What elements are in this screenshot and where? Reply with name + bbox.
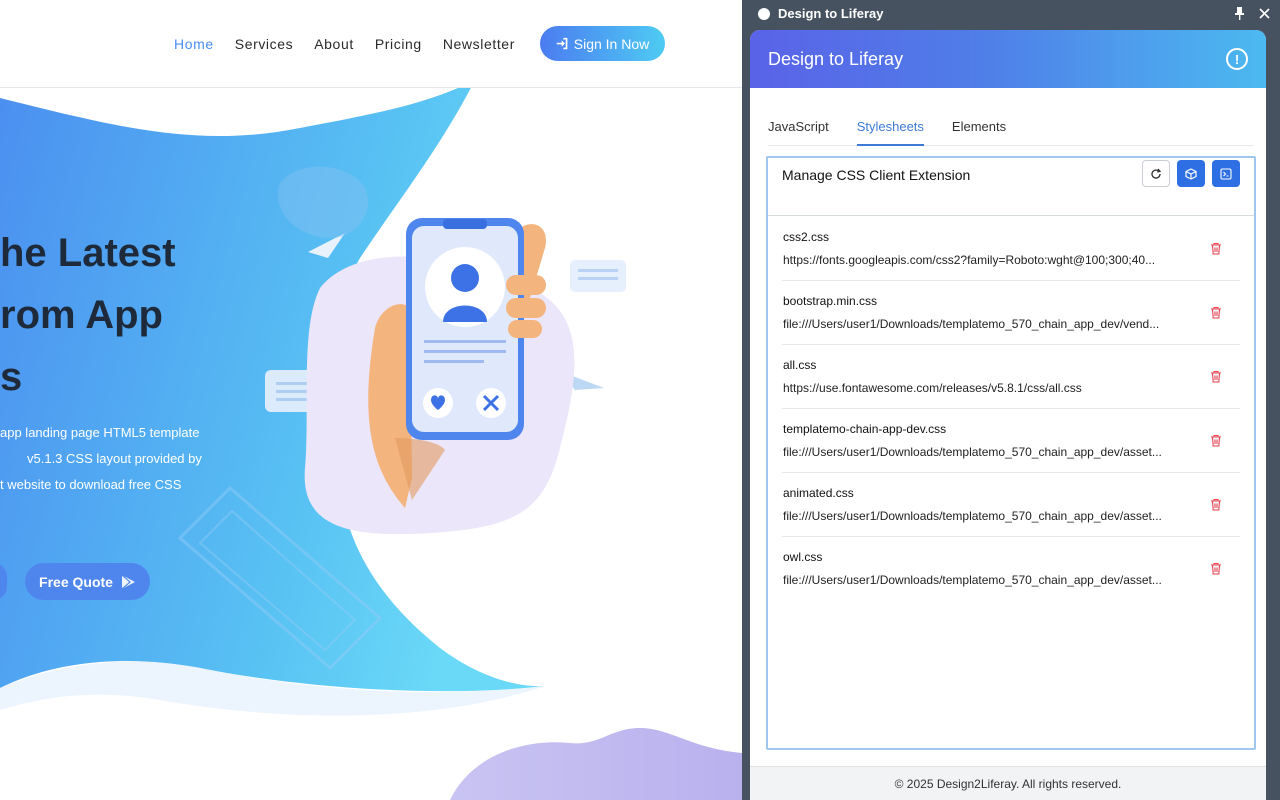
- hero-title-line: he Latest: [0, 231, 176, 275]
- file-url: https://fonts.googleapis.com/css2?family…: [783, 253, 1156, 267]
- pin-icon[interactable]: [1234, 7, 1245, 20]
- nav-home[interactable]: Home: [174, 36, 214, 52]
- refresh-button[interactable]: [1142, 160, 1170, 187]
- trash-icon[interactable]: [1210, 242, 1222, 255]
- file-name: bootstrap.min.css: [783, 294, 878, 308]
- window-title: Design to Liferay: [778, 6, 884, 21]
- trash-icon[interactable]: [1210, 306, 1222, 319]
- file-name: animated.css: [783, 486, 854, 500]
- trash-icon[interactable]: [1210, 498, 1222, 511]
- section-title: Manage CSS Client Extension: [782, 167, 971, 183]
- sign-in-button[interactable]: Sign In Now: [540, 26, 665, 61]
- hero-title: he Latest rom App s: [0, 222, 176, 408]
- terminal-icon: [1220, 167, 1232, 180]
- file-name: owl.css: [783, 550, 823, 564]
- free-quote-label: Free Quote: [39, 573, 113, 590]
- nav-services[interactable]: Services: [235, 36, 293, 52]
- stylesheet-manager: Manage CSS Client Extension css2.css htt…: [766, 156, 1256, 750]
- popup-footer: © 2025 Design2Liferay. All rights reserv…: [750, 766, 1266, 800]
- tab-javascript[interactable]: JavaScript: [768, 118, 829, 146]
- trash-icon[interactable]: [1210, 434, 1222, 447]
- popup-header: Design to Liferay !: [750, 30, 1266, 88]
- file-name: templatemo-chain-app-dev.css: [783, 422, 947, 436]
- terminal-button[interactable]: [1212, 160, 1240, 187]
- extension-window: Design to Liferay Design to Liferay ! Ja…: [742, 0, 1280, 800]
- nav-newsletter[interactable]: Newsletter: [443, 36, 515, 52]
- deploy-button[interactable]: [1177, 160, 1205, 187]
- free-quote-button[interactable]: Free Quote: [25, 563, 150, 600]
- tab-bar: JavaScript Stylesheets Elements: [768, 118, 1253, 146]
- popup-title: Design to Liferay: [768, 48, 904, 69]
- list-item: css2.css https://fonts.googleapis.com/cs…: [782, 217, 1240, 281]
- site-header: Home Services About Pricing Newsletter S…: [0, 0, 742, 88]
- nav-about[interactable]: About: [314, 36, 354, 52]
- manager-header: Manage CSS Client Extension: [768, 158, 1254, 216]
- window-titlebar: Design to Liferay: [742, 0, 1280, 27]
- file-url: file:///Users/user1/Downloads/templatemo…: [783, 509, 1162, 523]
- file-name: css2.css: [783, 230, 830, 244]
- tab-stylesheets[interactable]: Stylesheets: [856, 118, 924, 146]
- list-item: owl.css file:///Users/user1/Downloads/te…: [782, 537, 1240, 601]
- app-logo-icon: [758, 7, 770, 20]
- cube-icon: [1185, 167, 1197, 180]
- info-icon[interactable]: !: [1226, 48, 1248, 70]
- list-item: all.css https://use.fontawesome.com/rele…: [782, 345, 1240, 409]
- stylesheet-list: css2.css https://fonts.googleapis.com/cs…: [768, 217, 1254, 601]
- hero-title-line: s: [0, 355, 23, 399]
- extension-popup: Design to Liferay ! JavaScript Styleshee…: [750, 30, 1266, 800]
- close-icon[interactable]: [1259, 8, 1270, 19]
- list-item: templatemo-chain-app-dev.css file:///Use…: [782, 409, 1240, 473]
- main-nav: Home Services About Pricing Newsletter: [174, 36, 536, 52]
- trash-icon[interactable]: [1210, 370, 1222, 383]
- file-url: file:///Users/user1/Downloads/templatemo…: [783, 573, 1162, 587]
- hero-title-line: rom App: [0, 293, 163, 337]
- trash-icon[interactable]: [1210, 562, 1222, 575]
- nav-pricing[interactable]: Pricing: [375, 36, 422, 52]
- hero-text-line: v5.1.3 CSS layout provided by: [27, 451, 202, 466]
- file-url: file:///Users/user1/Downloads/templatemo…: [783, 445, 1162, 459]
- file-url: https://use.fontawesome.com/releases/v5.…: [783, 381, 1082, 395]
- hero-text-line: t website to download free CSS: [0, 477, 182, 492]
- file-url: file:///Users/user1/Downloads/templatemo…: [783, 317, 1160, 331]
- list-item: bootstrap.min.css file:///Users/user1/Do…: [782, 281, 1240, 345]
- hero-text-line: app landing page HTML5 template: [0, 425, 200, 440]
- file-name: all.css: [783, 358, 817, 372]
- refresh-icon: [1151, 168, 1162, 179]
- sign-in-icon: [556, 37, 568, 50]
- play-store-icon: [121, 574, 135, 589]
- hero-description: app landing page HTML5 template v5.1.3 C…: [0, 420, 202, 498]
- website-preview: Home Services About Pricing Newsletter S…: [0, 0, 742, 800]
- tab-elements[interactable]: Elements: [952, 118, 1006, 146]
- sign-in-label: Sign In Now: [573, 35, 650, 52]
- list-item: animated.css file:///Users/user1/Downloa…: [782, 473, 1240, 537]
